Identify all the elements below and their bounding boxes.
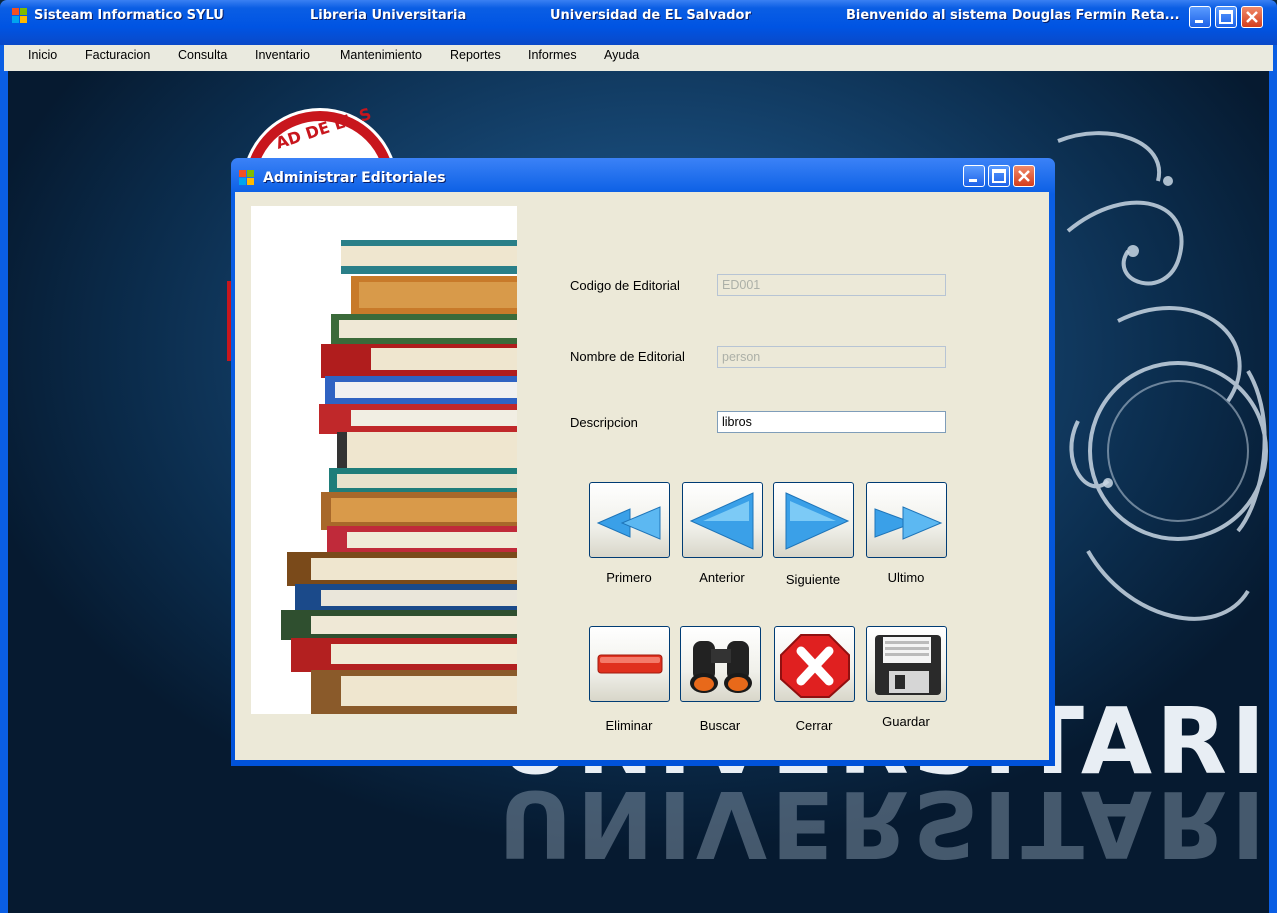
dialog-title: Administrar Editoriales xyxy=(263,170,446,186)
minimize-icon xyxy=(969,179,977,182)
window-frame-left xyxy=(0,28,8,913)
close-x-icon xyxy=(780,634,850,698)
menu-inicio[interactable]: Inicio xyxy=(28,48,57,62)
editoriales-dialog: Administrar Editoriales Codigo de Editor… xyxy=(231,158,1055,766)
close-dialog-label: Cerrar xyxy=(795,718,833,733)
menu-bar: Inicio Facturacion Consulta Inventario M… xyxy=(4,45,1273,71)
dialog-maximize-button[interactable] xyxy=(988,165,1010,187)
menu-inventario[interactable]: Inventario xyxy=(255,48,310,62)
delete-icon xyxy=(597,654,663,674)
menu-informes[interactable]: Informes xyxy=(528,48,577,62)
nombre-field[interactable]: person xyxy=(717,346,946,368)
descripcion-label: Descripcion xyxy=(570,415,638,430)
window-frame-right xyxy=(1269,28,1277,913)
universitaria-reflection: UNIVERSITARIA xyxy=(498,770,1269,877)
next-arrow-icon xyxy=(785,492,850,550)
close-icon xyxy=(1018,170,1030,182)
main-title-university: Universidad de EL Salvador xyxy=(550,8,751,23)
previous-label: Anterior xyxy=(699,570,745,585)
close-button[interactable] xyxy=(1241,6,1263,28)
swirl-ornament-icon xyxy=(1057,131,1268,621)
menu-ayuda[interactable]: Ayuda xyxy=(604,48,639,62)
menu-mantenimiento[interactable]: Mantenimiento xyxy=(340,48,422,62)
delete-label: Eliminar xyxy=(605,718,653,733)
menu-facturacion[interactable]: Facturacion xyxy=(85,48,150,62)
nombre-label: Nombre de Editorial xyxy=(570,349,685,364)
main-title-welcome: Bienvenido al sistema Douglas Fermin Ret… xyxy=(846,8,1180,23)
app-icon xyxy=(12,8,28,24)
maximize-icon xyxy=(992,169,1006,183)
last-label: Ultimo xyxy=(887,570,925,585)
main-title-library: Libreria Universitaria xyxy=(310,8,467,23)
first-arrow-icon xyxy=(596,506,661,540)
book-stack-image xyxy=(251,206,517,714)
next-label: Siguiente xyxy=(785,572,841,587)
search-button[interactable] xyxy=(680,626,761,702)
save-button[interactable] xyxy=(866,626,947,702)
search-label: Buscar xyxy=(699,718,741,733)
save-label: Guardar xyxy=(882,714,930,729)
dialog-minimize-button[interactable] xyxy=(963,165,985,187)
dialog-close-button[interactable] xyxy=(1013,165,1035,187)
main-title-system: Sisteam Informatico SYLU xyxy=(34,8,224,23)
menu-reportes[interactable]: Reportes xyxy=(450,48,501,62)
previous-arrow-icon xyxy=(689,492,754,550)
floppy-disk-icon xyxy=(875,635,941,695)
minimize-button[interactable] xyxy=(1189,6,1211,28)
maximize-icon xyxy=(1219,10,1233,24)
next-button[interactable] xyxy=(773,482,854,558)
first-button[interactable] xyxy=(589,482,670,558)
previous-button[interactable] xyxy=(682,482,763,558)
books-icon xyxy=(281,240,517,714)
last-button[interactable] xyxy=(866,482,947,558)
codigo-label: Codigo de Editorial xyxy=(570,278,680,293)
main-titlebar[interactable]: Sisteam Informatico SYLU Libreria Univer… xyxy=(0,0,1277,45)
minimize-icon xyxy=(1195,20,1203,23)
maximize-button[interactable] xyxy=(1215,6,1237,28)
close-icon xyxy=(1246,11,1258,23)
binoculars-icon xyxy=(690,641,752,693)
last-arrow-icon xyxy=(874,506,943,540)
menu-consulta[interactable]: Consulta xyxy=(178,48,227,62)
descripcion-field[interactable]: libros xyxy=(717,411,946,433)
dialog-app-icon xyxy=(239,170,255,186)
dialog-body: Codigo de Editorial ED001 Nombre de Edit… xyxy=(235,192,1049,760)
first-label: Primero xyxy=(606,570,652,585)
close-dialog-button[interactable] xyxy=(774,626,855,702)
codigo-field[interactable]: ED001 xyxy=(717,274,946,296)
delete-button[interactable] xyxy=(589,626,670,702)
